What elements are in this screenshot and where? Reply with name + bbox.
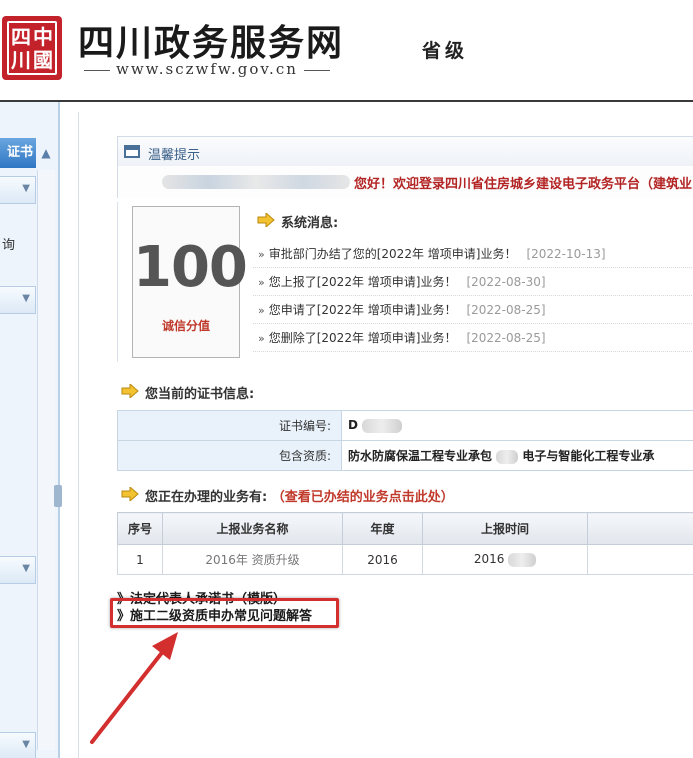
site-url-text: www.sczwfw.gov.cn [116,60,298,78]
qualification-text-a: 防水防腐保温工程专业承包 [348,449,493,463]
sidebar-menu-item[interactable]: ▼ [0,286,36,314]
site-logo-seal[interactable]: 四 中 川 國 [2,16,62,80]
window-icon [124,145,140,158]
redacted-cert-number [362,418,403,433]
certificate-info-title: 您当前的证书信息: [145,387,255,402]
level-label: 省级 [422,40,469,62]
system-message-item[interactable]: » 审批部门办结了您的[2022年 增项申请]业务！ [2022-10-13] [253,241,693,268]
table-header-row: 序号 上报业务名称 年度 上报时间 [117,512,693,545]
seal-glyph: 國 [33,48,53,72]
column-header: 上报时间 [422,512,588,545]
site-header: 四 中 川 國 四川政务服务网 www.sczwfw.gov.cn 省级 [0,0,693,100]
welcome-bar: 您好！欢迎登录四川省住房城乡建设电子政务平台（建筑业 [117,166,693,198]
sidebar-menu-item[interactable]: ▼ [0,732,36,758]
cert-number-text: D [348,418,358,433]
credit-score-label: 诚信分值 [161,319,210,333]
scroll-up-icon[interactable]: ▲ [37,142,55,164]
view-completed-link[interactable]: （查看已办结的业务点击此处） [272,490,454,505]
business-time: 2016 [422,544,588,575]
site-title[interactable]: 四川政务服务网 [78,14,344,66]
business-section-title: 您正在办理的业务有: （查看已办结的业务点击此处） [145,486,454,505]
column-header: 年度 [342,512,423,545]
table-row: 证书编号: D [117,410,693,441]
business-table: 序号 上报业务名称 年度 上报时间 1 2016年 资质升级 2016 2016 [117,512,693,575]
arrow-right-icon [257,213,275,227]
message-text: 您删除了[2022年 增项申请]业务！ [268,331,457,345]
tip-bar: 温馨提示 [117,136,693,166]
chevron-down-icon: ▼ [22,739,30,750]
arrow-right-icon [121,384,139,398]
cert-number-label: 证书编号: [117,410,342,441]
column-header [587,512,693,545]
url-dash-left [84,69,110,71]
sidebar-item-certificate[interactable]: 证书 [0,138,36,168]
chevron-down-icon: ▼ [22,563,30,574]
seal-glyph: 四 [11,25,31,49]
system-message-item[interactable]: » 您删除了[2022年 增项申请]业务！ [2022-08-25] [253,325,693,352]
credit-score-box: 100 诚信分值 [132,206,248,358]
message-date: [2022-10-13] [526,247,606,261]
annotation-arrow-icon [90,632,178,744]
message-text: 审批部门办结了您的[2022年 增项申请]业务！ [268,247,517,261]
business-title-text: 您正在办理的业务有: [145,490,268,505]
seal-glyph: 川 [11,48,31,72]
table-row[interactable]: 1 2016年 资质升级 2016 2016 [117,544,693,575]
welcome-text: 您好！欢迎登录四川省住房城乡建设电子政务平台（建筑业 [354,177,693,192]
sidebar-item-query[interactable]: 询 [2,234,15,253]
redacted-username [162,175,350,189]
business-name[interactable]: 2016年 资质升级 [162,544,343,575]
tip-label: 温馨提示 [148,148,201,163]
system-message-item[interactable]: » 您申请了[2022年 增项申请]业务！ [2022-08-25] [253,297,693,324]
message-date: [2022-08-30] [466,275,546,289]
qualification-value: 防水防腐保温工程专业承包 电子与智能化工程专业承 [341,440,693,471]
qualification-label: 包含资质: [117,440,342,471]
site-url: www.sczwfw.gov.cn [78,60,336,78]
sidebar-collapse-handle[interactable] [54,485,62,507]
column-header: 上报业务名称 [162,512,343,545]
chevron-down-icon: ▼ [22,183,30,194]
sidebar-menu-item[interactable]: ▼ [0,556,36,584]
message-date: [2022-08-25] [466,331,546,345]
column-header: 序号 [117,512,163,545]
credit-score-value: 100 [133,235,248,300]
header-divider [0,100,693,102]
double-chevron-icon: » [258,304,265,317]
business-time-text: 2016 [473,552,505,567]
system-messages-title: 系统消息: [281,216,339,231]
double-chevron-icon: » [258,276,265,289]
left-sidebar: 证书 ▲ ▼ 询 ▼ ▼ ▼ [0,102,62,758]
arrow-right-icon [121,487,139,501]
message-text: 您申请了[2022年 增项申请]业务！ [268,303,457,317]
table-row: 包含资质: 防水防腐保温工程专业承包 电子与智能化工程专业承 [117,440,693,471]
annotation-highlight-box [110,598,339,628]
cert-number-value: D [341,410,693,441]
chevron-down-icon: ▼ [22,293,30,304]
double-chevron-icon: » [258,248,265,261]
seal-glyph: 中 [33,25,53,49]
message-date: [2022-08-25] [466,303,546,317]
double-chevron-icon: » [258,332,265,345]
redacted-time [508,552,537,567]
row-number: 1 [117,544,163,575]
certificate-table: 证书编号: D 包含资质: 防水防腐保温工程专业承包 电子与智能化工程专业承 [117,410,693,471]
business-year: 2016 [342,544,423,575]
message-text: 您上报了[2022年 增项申请]业务！ [268,275,457,289]
empty-cell [587,544,693,575]
system-message-item[interactable]: » 您上报了[2022年 增项申请]业务！ [2022-08-30] [253,269,693,296]
sidebar-scrollbar[interactable] [37,170,55,750]
url-dash-right [303,69,330,71]
redacted-grade [496,449,519,464]
qualification-text-b: 电子与智能化工程专业承 [522,449,655,463]
sidebar-menu-item[interactable]: ▼ [0,176,36,204]
